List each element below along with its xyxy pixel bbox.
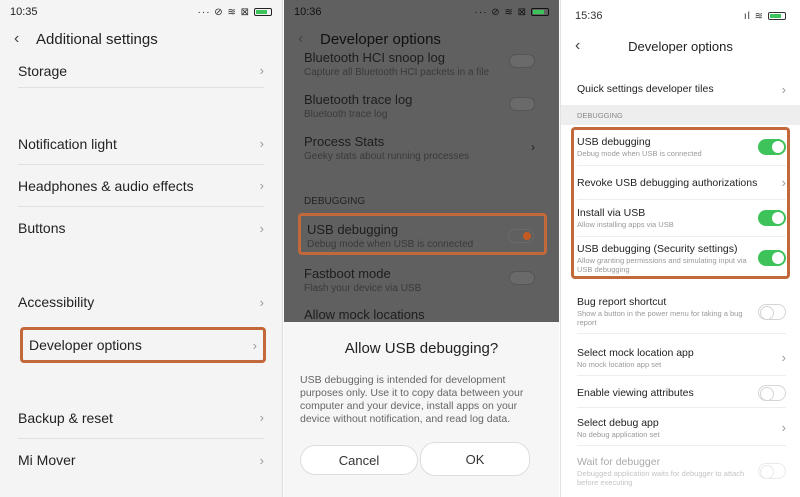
cancel-button[interactable]: Cancel <box>300 445 418 475</box>
chevron-right-icon: › <box>781 81 786 97</box>
chevron-left-icon[interactable]: ‹ <box>575 37 595 55</box>
chevron-right-icon: › <box>781 350 786 365</box>
battery-icon <box>254 8 272 16</box>
status-bar: 10:36 ··· ⊘ ≋ ⊠ <box>284 0 559 24</box>
status-time: 10:35 <box>10 6 38 18</box>
usb-debugging-dialog: Allow USB debugging? USB debugging is in… <box>284 322 559 497</box>
title-bar: ‹ Developer options <box>561 30 800 62</box>
developer-options-screen: 15:36 ıl ≋ ‹ Developer options Quick set… <box>560 0 800 497</box>
settings-item-install-via-usb[interactable]: Install via USB Allow installing apps via… <box>577 200 786 237</box>
page-title: Developer options <box>320 30 441 48</box>
list-item-mock-locations[interactable]: Allow mock locations <box>304 307 545 322</box>
chevron-right-icon: › <box>252 337 257 353</box>
settings-item-storage[interactable]: Storage › <box>18 54 264 88</box>
settings-item-quick-tiles[interactable]: Quick settings developer tiles › <box>577 74 786 104</box>
chevron-left-icon[interactable]: ‹ <box>298 30 318 48</box>
usb-debugging-toggle[interactable] <box>508 229 534 243</box>
list-item-fastboot[interactable]: Fastboot mode Flash your device via USB <box>304 266 545 294</box>
settings-item-accessibility[interactable]: Accessibility › <box>18 281 264 323</box>
title-bar: ‹ Additional settings <box>0 24 282 54</box>
settings-item-revoke-usb[interactable]: Revoke USB debugging authorizations › <box>577 166 786 200</box>
settings-item-wait-debugger[interactable]: Wait for debugger Debugged application wa… <box>577 450 786 492</box>
chevron-right-icon: › <box>781 175 786 190</box>
dialog-title: Allow USB debugging? <box>344 340 499 357</box>
chevron-right-icon: › <box>781 420 786 435</box>
list-item-bt-hci-log[interactable]: Bluetooth HCI snoop log Capture all Blue… <box>304 50 545 78</box>
settings-item-developer-options[interactable]: Developer options › <box>20 327 266 363</box>
ok-button[interactable]: OK <box>420 442 530 476</box>
dialog-body: USB debugging is intended for developmen… <box>300 374 524 425</box>
page-title: Additional settings <box>36 30 158 48</box>
status-bar: 15:36 ıl ≋ <box>561 4 800 28</box>
list-item-process-stats[interactable]: Process Stats Geeky stats about running … <box>304 134 545 162</box>
section-header: DEBUGGING <box>304 196 366 207</box>
chevron-left-icon[interactable]: ‹ <box>14 30 34 48</box>
bug-report-switch[interactable] <box>758 303 786 320</box>
page-title: Developer options <box>628 38 733 54</box>
settings-item-usb-security[interactable]: USB debugging (Security settings) Allow g… <box>577 238 786 278</box>
list-item-bt-trace-log[interactable]: Bluetooth trace log Bluetooth trace log <box>304 92 545 120</box>
developer-options-dialog-screen: 10:36 ··· ⊘ ≋ ⊠ ‹ Developer options Blue… <box>284 0 559 497</box>
chevron-right-icon: › <box>259 410 264 425</box>
additional-settings-screen: 10:35 ··· ⊘ ≋ ⊠ ‹ Additional settings St… <box>0 0 283 497</box>
settings-item-backup-reset[interactable]: Backup & reset › <box>18 397 264 439</box>
section-header: DEBUGGING <box>561 105 800 125</box>
status-bar: 10:35 ··· ⊘ ≋ ⊠ <box>0 0 282 24</box>
toggle-switch[interactable] <box>509 54 535 68</box>
settings-item-headphones[interactable]: Headphones & audio effects › <box>18 165 264 207</box>
battery-icon <box>531 8 549 16</box>
status-icons: ··· ⊘ ≋ ⊠ <box>198 7 272 18</box>
settings-item-usb-debugging[interactable]: USB debugging Debug mode when USB is conn… <box>577 129 786 166</box>
usb-debugging-switch[interactable] <box>758 139 786 155</box>
chevron-right-icon: › <box>259 63 264 78</box>
usb-debugging-item[interactable]: USB debugging Debug mode when USB is con… <box>298 213 547 255</box>
chevron-right-icon: › <box>259 136 264 151</box>
settings-item-mi-mover[interactable]: Mi Mover › <box>18 439 264 481</box>
settings-item-buttons[interactable]: Buttons › <box>18 207 264 249</box>
install-via-usb-switch[interactable] <box>758 210 786 226</box>
settings-item-notification-light[interactable]: Notification light › <box>18 123 264 165</box>
settings-item-view-attributes[interactable]: Enable viewing attributes <box>577 378 786 408</box>
settings-item-mock-location-app[interactable]: Select mock location app No mock location… <box>577 340 786 376</box>
chevron-right-icon: › <box>259 220 264 236</box>
status-time: 10:36 <box>294 6 322 18</box>
chevron-right-icon: › <box>531 140 535 154</box>
status-time: 15:36 <box>575 10 603 22</box>
usb-security-switch[interactable] <box>758 250 786 266</box>
chevron-right-icon: › <box>259 452 264 468</box>
status-icons: ··· ⊘ ≋ ⊠ <box>475 7 549 18</box>
battery-icon <box>768 12 786 20</box>
chevron-right-icon: › <box>259 178 264 193</box>
toggle-switch[interactable] <box>509 97 535 111</box>
settings-item-debug-app[interactable]: Select debug app No debug application set… <box>577 410 786 446</box>
settings-item-bug-report[interactable]: Bug report shortcut Show a button in the … <box>577 290 786 334</box>
toggle-switch[interactable] <box>509 271 535 285</box>
wait-debugger-switch[interactable] <box>758 463 786 479</box>
chevron-right-icon: › <box>259 294 264 310</box>
view-attributes-switch[interactable] <box>758 384 786 401</box>
status-icons: ıl ≋ <box>744 11 786 22</box>
